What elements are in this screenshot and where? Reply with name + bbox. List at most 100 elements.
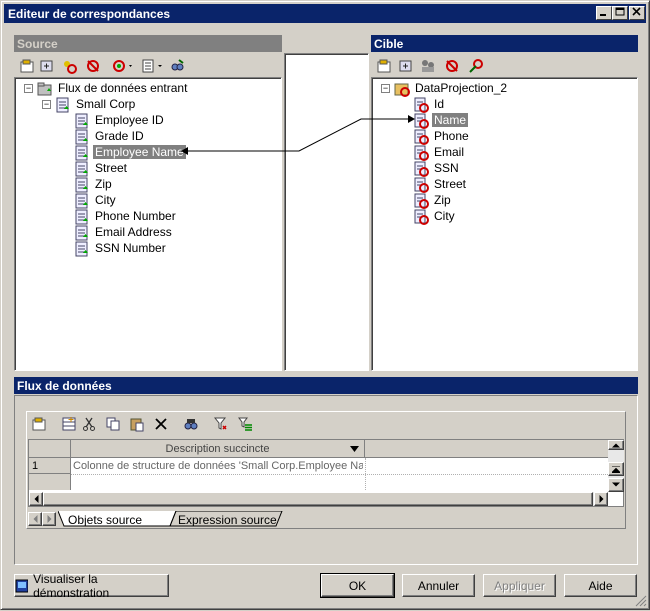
dataflow-toolbar — [28, 413, 624, 435]
close-button[interactable] — [629, 6, 645, 20]
tab-objets-source[interactable]: Objets source — [68, 513, 142, 527]
tab-scroll-left[interactable] — [28, 512, 42, 526]
help-button[interactable]: Aide — [564, 574, 637, 597]
tab-expression-source[interactable]: Expression source — [178, 513, 277, 527]
source-item[interactable]: Zip — [93, 177, 114, 191]
target-add-button[interactable] — [397, 57, 415, 75]
tab-left-icon — [33, 515, 37, 523]
source-item[interactable]: Grade ID — [93, 129, 146, 143]
delete-button[interactable] — [152, 415, 170, 433]
scroll-left-button[interactable] — [29, 492, 43, 506]
target-map-icon — [469, 59, 483, 73]
source-root-label[interactable]: Flux de données entrant — [56, 81, 189, 95]
target-tree[interactable]: − DataProjection_2 Id Name Phone Email SSN St… — [371, 77, 638, 371]
grid-hscrollbar[interactable] — [29, 492, 608, 506]
grid-find-button[interactable] — [182, 415, 200, 433]
target-item[interactable]: Name — [432, 113, 469, 127]
cancel-button[interactable]: Annuler — [402, 574, 475, 597]
scroll-up-button[interactable] — [608, 462, 624, 476]
grid-cell-description[interactable]: Colonne de structure de données 'Small C… — [73, 459, 363, 473]
scroll-down-button[interactable] — [608, 478, 624, 492]
properties-icon — [377, 59, 391, 73]
target-root-label[interactable]: DataProjection_2 — [413, 81, 509, 95]
grid-filter-button[interactable] — [212, 415, 230, 433]
grid-header-filler — [365, 440, 608, 458]
dataflow-folder-icon — [37, 82, 52, 96]
grid-corner — [29, 440, 71, 458]
target-unmap-button[interactable] — [443, 57, 461, 75]
paste-icon — [130, 418, 144, 432]
target-item[interactable]: Id — [432, 97, 446, 111]
target-item[interactable]: City — [432, 209, 457, 223]
projection-icon — [394, 83, 410, 97]
source-group-expander[interactable]: − — [42, 100, 51, 109]
column-icon — [75, 225, 88, 241]
map-button[interactable] — [60, 57, 78, 75]
source-group-label[interactable]: Small Corp — [74, 97, 137, 111]
properties-button[interactable] — [18, 57, 36, 75]
cut-button[interactable] — [80, 415, 98, 433]
unmap-icon — [87, 60, 99, 72]
scroll-up-icon — [612, 465, 620, 473]
minimize-button[interactable] — [596, 6, 612, 20]
ok-button[interactable]: OK — [320, 573, 395, 598]
ok-button-label: OK — [348, 578, 367, 593]
grid-customize-columns-button[interactable] — [236, 415, 254, 433]
source-item[interactable]: Employee Name — [93, 145, 186, 159]
grid-vscrollbar[interactable] — [608, 440, 624, 492]
demo-button[interactable]: Visualiser la démonstration — [14, 571, 169, 600]
maximize-button[interactable] — [612, 6, 628, 20]
grid-add-button[interactable] — [60, 415, 78, 433]
source-item[interactable]: City — [93, 193, 118, 207]
copy-button[interactable] — [104, 415, 122, 433]
column-icon — [75, 113, 88, 129]
minimize-icon — [600, 14, 606, 16]
grid-row-number[interactable]: 1 — [29, 458, 71, 474]
target-item[interactable]: Zip — [432, 193, 453, 207]
filter-icon — [142, 59, 162, 73]
source-toolbar — [14, 55, 282, 77]
scroll-thumb[interactable] — [43, 492, 593, 506]
tab-scroll-right[interactable] — [42, 512, 56, 526]
target-item[interactable]: Phone — [432, 129, 471, 143]
scroll-right-button[interactable] — [594, 492, 608, 506]
source-panel-header: Source — [14, 35, 282, 52]
scroll-top-button[interactable] — [608, 440, 624, 450]
source-root-expander[interactable]: − — [24, 84, 33, 93]
target-map-button[interactable] — [467, 57, 485, 75]
add-item-button[interactable] — [38, 57, 56, 75]
target-item[interactable]: Email — [432, 145, 466, 159]
source-item[interactable]: Email Address — [93, 225, 174, 239]
paste-button[interactable] — [128, 415, 146, 433]
filter-icon — [213, 417, 227, 430]
source-tree[interactable]: − Flux de données entrant − Small Corp E… — [14, 77, 282, 371]
grid-column-header-label: Description succincte — [165, 443, 270, 455]
mapping-lines-area — [284, 53, 369, 371]
target-properties-button[interactable] — [375, 57, 393, 75]
source-item[interactable]: Employee ID — [93, 113, 166, 127]
mapping-options-dropdown[interactable] — [110, 57, 136, 75]
cut-icon — [83, 417, 95, 431]
grid-properties-button[interactable] — [30, 415, 48, 433]
apply-button[interactable]: Appliquer — [483, 574, 556, 597]
add-row-icon — [62, 417, 76, 431]
title-bar[interactable]: Editeur de correspondances — [4, 4, 646, 23]
resize-grip-icon[interactable] — [635, 595, 647, 607]
find-button[interactable] — [168, 57, 186, 75]
target-users-button[interactable] — [419, 57, 437, 75]
help-button-label: Aide — [588, 578, 613, 593]
dataflow-grid[interactable]: Description succincte 1 Colonne de struc… — [28, 439, 624, 507]
source-item[interactable]: SSN Number — [93, 241, 168, 255]
target-root-expander[interactable]: − — [381, 84, 390, 93]
grid-column-header[interactable]: Description succincte — [71, 440, 365, 458]
column-icon — [75, 241, 88, 257]
target-item[interactable]: Street — [432, 177, 468, 191]
target-item[interactable]: SSN — [432, 161, 461, 175]
dataflow-header-label: Flux de données — [17, 379, 112, 393]
source-item[interactable]: Phone Number — [93, 209, 178, 223]
unmap-button[interactable] — [84, 57, 102, 75]
demo-button-label: Visualiser la démonstration — [33, 571, 110, 600]
source-item[interactable]: Street — [93, 161, 129, 175]
dataflow-tabs: Objets source Expression source — [28, 511, 624, 527]
filter-dropdown[interactable] — [140, 57, 166, 75]
